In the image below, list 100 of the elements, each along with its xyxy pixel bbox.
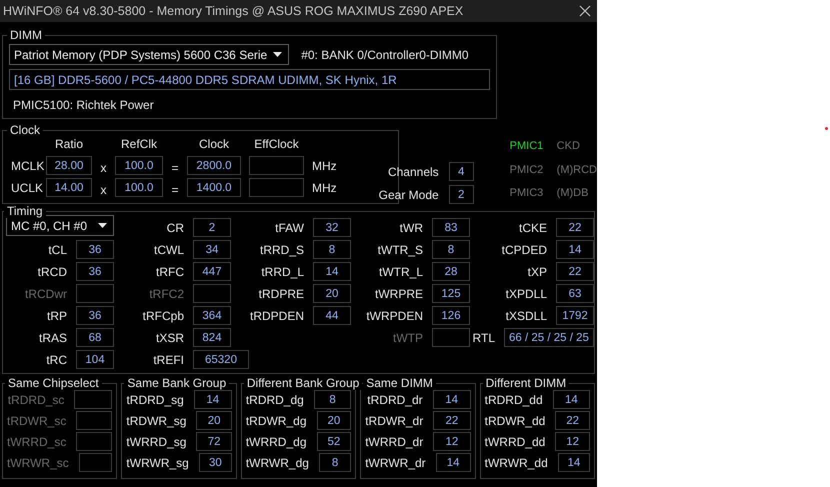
- timing-label: tWRWR_sc: [7, 456, 69, 470]
- timing-label: tWTR_L: [378, 264, 423, 278]
- timing-label: tRAS: [38, 330, 67, 344]
- config-label: Channels: [388, 164, 439, 178]
- value-field: 14: [558, 453, 590, 472]
- value-field: 14: [556, 240, 594, 259]
- timing-label: tWRRD_dg: [246, 434, 306, 448]
- column-header: Ratio: [54, 137, 84, 153]
- timing-label: tWTP: [393, 330, 423, 344]
- timing-label: tWRWR_dd: [484, 456, 548, 470]
- column-header: RefClk: [120, 137, 158, 153]
- timing-label: tCPDED: [502, 242, 547, 256]
- value-field: 8: [432, 240, 470, 259]
- value-field: 22: [433, 411, 471, 430]
- timing-label: tWRRD_sg: [126, 434, 186, 448]
- timing-label: tCWL: [154, 242, 184, 256]
- value-field: 126: [432, 306, 470, 325]
- timing-label: tWRRD_dr: [365, 434, 424, 448]
- timing-label: CR: [166, 220, 184, 234]
- value-field: [76, 411, 112, 430]
- timing-label: tWRRD_dd: [484, 434, 546, 448]
- section-title: Timing: [4, 205, 46, 218]
- value-field: 14: [436, 453, 471, 472]
- timing-label: tRCDwr: [25, 286, 67, 300]
- timing-label: tWRWR_dr: [365, 456, 426, 470]
- value-field: 30: [198, 453, 232, 472]
- timing-label: tREFI: [153, 352, 184, 366]
- value-field: [76, 284, 114, 303]
- value-field: 68: [76, 328, 114, 347]
- value-field: 36: [76, 240, 114, 259]
- value-field: [78, 453, 112, 472]
- timing-label: tRDWR_sc: [7, 414, 66, 428]
- timing-label: tRP: [46, 308, 67, 322]
- timing-label: tRDWR_dd: [484, 414, 546, 428]
- clock-label: MCLK: [11, 158, 46, 172]
- timing-label: tRRD_L: [261, 264, 304, 278]
- value-field: 14: [552, 390, 590, 409]
- value-field: 22: [555, 411, 590, 430]
- value-field: 8: [313, 240, 351, 259]
- timing-label: tRDRD_sc: [8, 392, 64, 406]
- timing-label: tWTR_S: [378, 242, 423, 256]
- value-field: 12: [555, 432, 590, 451]
- equals-sign: =: [170, 182, 180, 196]
- timing-label: tRDWR_sg: [126, 414, 186, 428]
- timing-label: tCKE: [518, 220, 547, 234]
- pmic-label: PMIC5100: Richtek Power: [12, 98, 155, 112]
- value-field: 4: [448, 162, 474, 181]
- value-field: 100.0: [115, 178, 163, 197]
- value-field: [76, 432, 112, 451]
- multiply-sign: x: [100, 160, 108, 174]
- module-info-field: [16 GB] DDR5-5600 / PC5-44800 DDR5 SDRAM UDIMM, SK Hynix, 1R: [9, 69, 490, 90]
- value-field: 1400.0: [187, 178, 241, 197]
- value-field: [249, 178, 304, 197]
- value-field: 22: [556, 218, 594, 237]
- timing-label: tRDRD_dg: [246, 392, 304, 406]
- window-title: HWiNFO® 64 v8.30-5800 - Memory Timings @ ASUS ROG MAXIMUS Z690 APEX: [3, 4, 464, 18]
- value-field: 2800.0: [187, 156, 241, 175]
- timing-label: tRDRD_dr: [367, 392, 423, 406]
- timing-label: tRDWR_dr: [365, 414, 424, 428]
- column-header: Clock: [198, 137, 230, 153]
- value-field: 8: [318, 453, 352, 472]
- module-dropdown[interactable]: Patriot Memory (PDP Systems) 5600 C36 Serie: [9, 44, 290, 65]
- pmic-target: CKD: [556, 140, 581, 154]
- value-field: [193, 284, 231, 303]
- value-field: 36: [76, 262, 114, 281]
- value-field: 52: [316, 432, 352, 451]
- value-field: 20: [313, 284, 351, 303]
- timing-label: tCL: [48, 242, 67, 256]
- value-field: 364: [193, 306, 231, 325]
- config-label: Gear Mode: [378, 188, 439, 202]
- value-field: 14: [313, 262, 351, 281]
- value-field: 14.00: [46, 178, 92, 197]
- value-field: 34: [193, 240, 231, 259]
- close-icon[interactable]: [579, 5, 591, 17]
- timing-label: tRFCpb: [142, 308, 184, 322]
- value-field: 2: [448, 185, 474, 204]
- timing-label: tRCD: [38, 264, 67, 278]
- value-field: 32: [313, 218, 351, 237]
- pmic-label: PMIC2: [510, 164, 544, 178]
- value-field: [432, 328, 470, 347]
- value-field: 20: [196, 411, 232, 430]
- value-field: 100.0: [115, 156, 163, 175]
- value-field: 12: [433, 432, 471, 451]
- timing-label: tRDPDEN: [250, 308, 304, 322]
- column-header: EffClock: [253, 137, 300, 153]
- value-field: 125: [432, 284, 470, 303]
- value-field: 63: [556, 284, 594, 303]
- timing-label: tRDWR_dg: [246, 414, 306, 428]
- timing-label: tRFC: [156, 264, 184, 278]
- clock-label: UCLK: [11, 180, 44, 194]
- timing-label: tXSR: [156, 330, 184, 344]
- value-field: 83: [432, 218, 470, 237]
- value-field: 104: [76, 350, 114, 369]
- timing-label: tRDRD_dd: [484, 392, 543, 406]
- value-field: 72: [196, 432, 232, 451]
- timing-label: tXP: [528, 264, 547, 278]
- value-field: 14: [432, 390, 471, 409]
- timing-label: tWR: [400, 220, 423, 234]
- timing-label: tRDRD_sg: [126, 392, 184, 406]
- timing-label: tRDPRE: [258, 286, 304, 300]
